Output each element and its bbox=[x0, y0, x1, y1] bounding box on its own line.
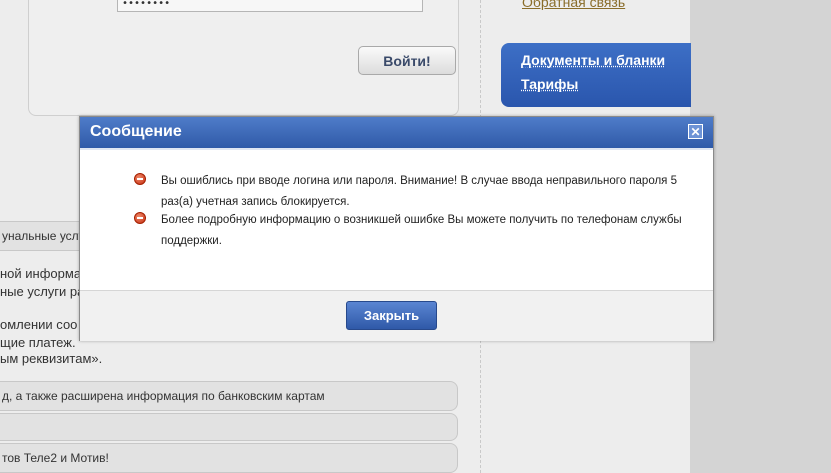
dialog-title: Сообщение bbox=[90, 123, 182, 140]
dialog-footer: Закрыть bbox=[80, 290, 713, 341]
dialog-header: Сообщение ✕ bbox=[80, 117, 713, 148]
dialog-body: Вы ошиблись при вводе логина или пароля.… bbox=[80, 148, 713, 292]
error-message-text: Вы ошиблись при вводе логина или пароля.… bbox=[161, 175, 677, 208]
error-icon bbox=[134, 212, 146, 224]
close-icon[interactable]: ✕ bbox=[688, 124, 703, 139]
close-button[interactable]: Закрыть bbox=[346, 301, 437, 330]
message-dialog: Сообщение ✕ Вы ошиблись при вводе логина… bbox=[79, 116, 714, 341]
error-message-text: Более подробную информацию о возникшей о… bbox=[161, 214, 682, 247]
modal-overlay: Сообщение ✕ Вы ошиблись при вводе логина… bbox=[0, 0, 831, 473]
error-icon bbox=[134, 173, 146, 185]
